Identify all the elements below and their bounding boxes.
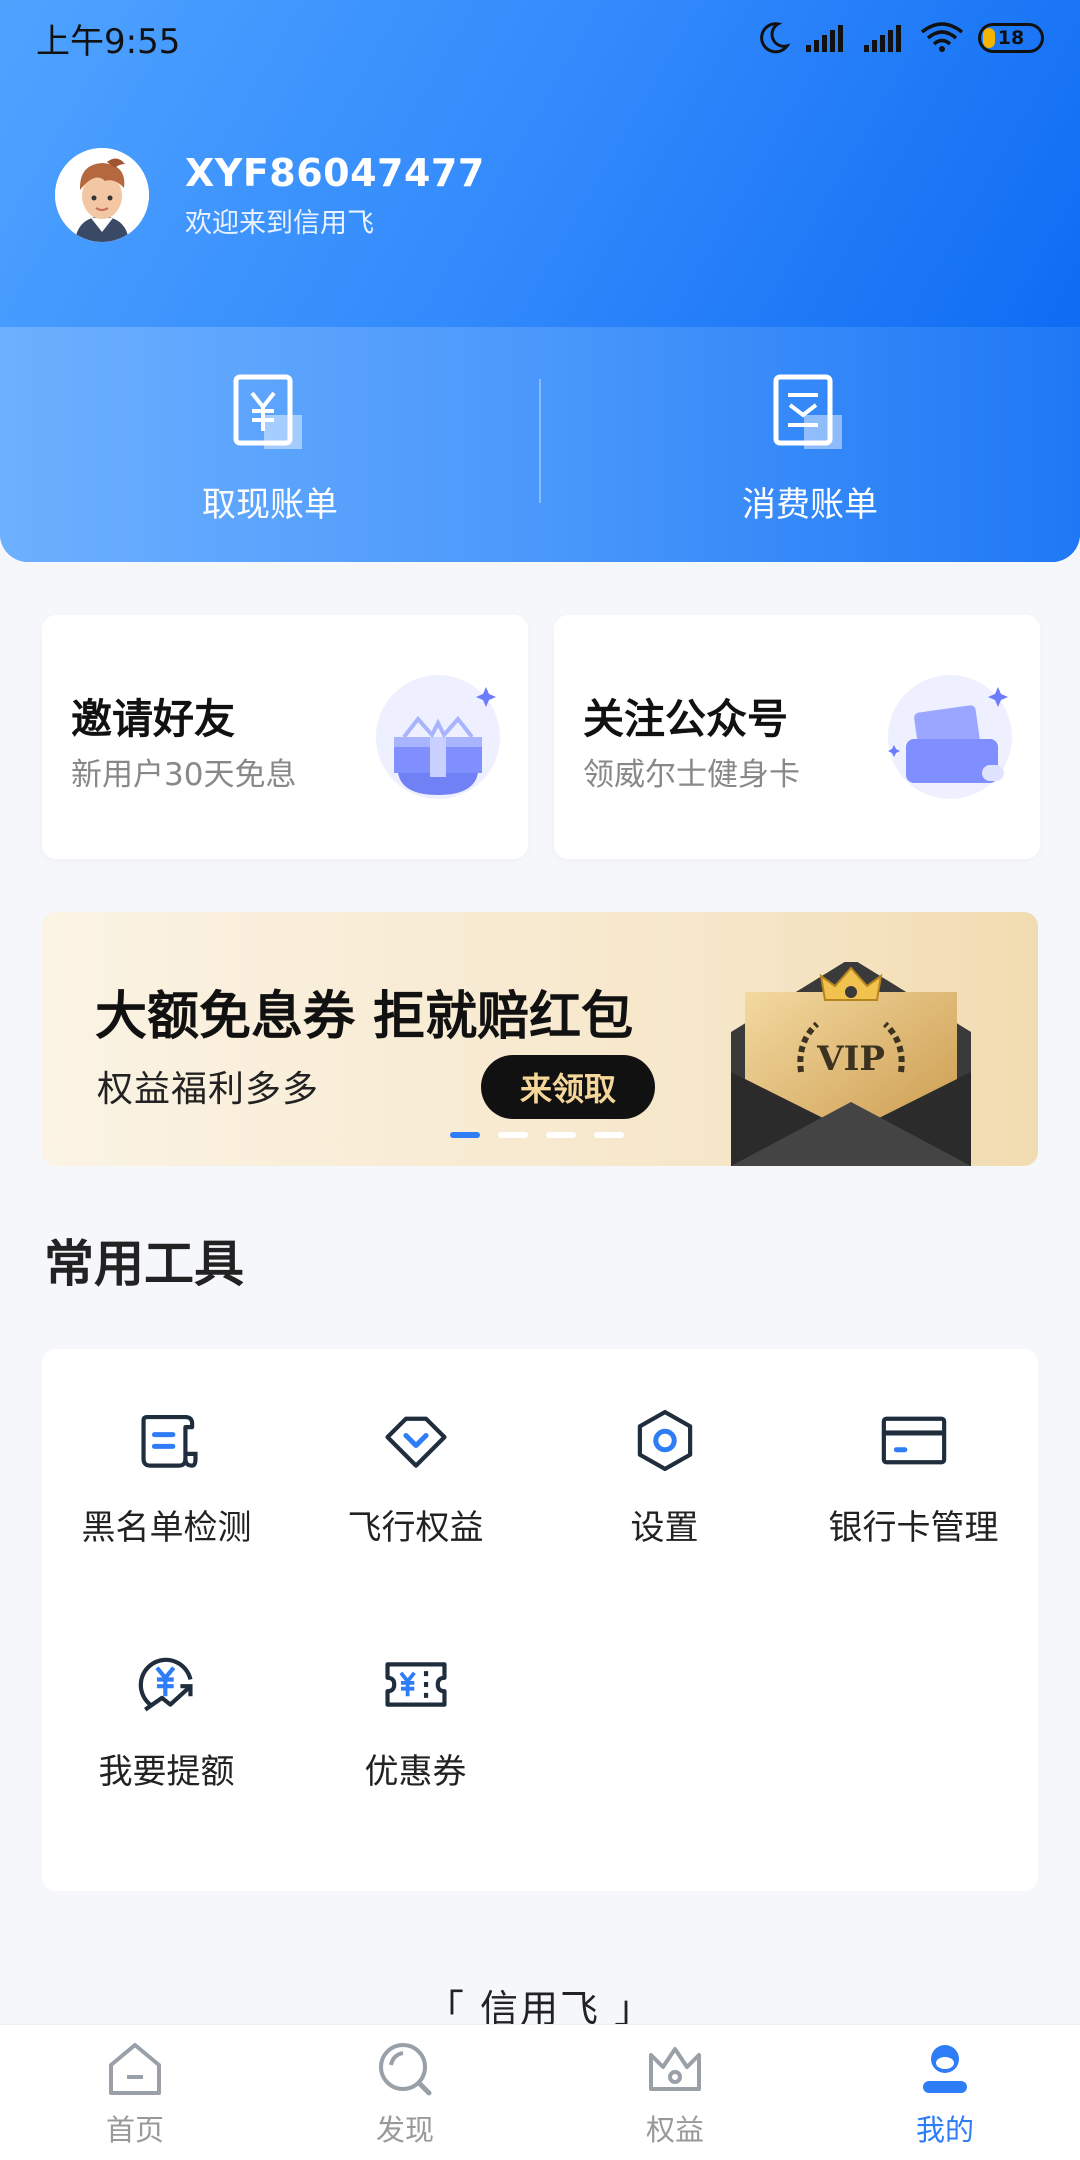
signal-icon — [864, 25, 901, 52]
signal-icon — [806, 25, 843, 52]
battery-icon: 18 — [978, 23, 1044, 53]
tool-settings[interactable]: 设置 — [540, 1349, 789, 1549]
nav-home[interactable]: 首页 — [0, 2025, 270, 2160]
discover-icon — [379, 2043, 432, 2096]
coupon-icon — [384, 1662, 447, 1707]
consume-bill-label: 消费账单 — [742, 485, 878, 525]
cash-bill-button[interactable]: 取现账单 — [0, 327, 540, 562]
nav-label: 发现 — [375, 2113, 434, 2147]
gift-box-icon — [376, 675, 500, 799]
bottom-nav: 首页 发现 权益 我的 — [0, 2024, 1080, 2160]
status-icons: 18 — [758, 21, 1044, 55]
tool-label: 飞行权益 — [347, 1508, 484, 1548]
follow-account-card[interactable]: 关注公众号 领威尔士健身卡 — [554, 615, 1040, 859]
carousel-dot[interactable] — [594, 1132, 624, 1138]
card-subtitle: 新用户30天免息 — [71, 757, 297, 793]
tool-label: 设置 — [630, 1508, 699, 1548]
card-wallet-icon — [888, 675, 1012, 799]
status-bar: 上午9:55 18 — [0, 0, 1080, 76]
tools-section-title: 常用工具 — [44, 1235, 244, 1293]
wifi-icon — [920, 22, 964, 52]
nav-label: 权益 — [645, 2113, 704, 2147]
tools-panel: 黑名单检测 飞行权益 设置 银行卡管理 我要提额 优惠券 — [42, 1349, 1038, 1891]
hex-gear-icon — [637, 1409, 692, 1472]
bank-card-icon — [881, 1416, 946, 1465]
tool-blacklist-check[interactable]: 黑名单检测 — [42, 1349, 291, 1549]
card-title: 邀请好友 — [71, 695, 235, 743]
tool-raise-limit[interactable]: 我要提额 — [42, 1593, 291, 1793]
cash-bill-icon — [233, 374, 302, 449]
carousel-dot[interactable] — [450, 1132, 480, 1138]
nav-benefits[interactable]: 权益 — [540, 2025, 810, 2160]
nav-mine[interactable]: 我的 — [810, 2025, 1080, 2160]
nav-label: 首页 — [105, 2113, 164, 2147]
tool-bank-card[interactable]: 银行卡管理 — [789, 1349, 1038, 1549]
home-icon — [109, 2043, 161, 2095]
avatar[interactable] — [55, 148, 149, 242]
crown-icon — [649, 2047, 701, 2091]
user-icon — [923, 2045, 967, 2093]
vip-envelope-icon: VIP — [731, 962, 971, 1166]
tool-label: 黑名单检测 — [81, 1508, 252, 1548]
banner-subtitle: 权益福利多多 — [97, 1069, 320, 1110]
diamond-icon — [384, 1416, 447, 1468]
nav-label: 我的 — [915, 2113, 974, 2147]
card-title: 关注公众号 — [583, 695, 788, 743]
bill-divider — [539, 379, 541, 503]
bills-row: 取现账单 消费账单 — [0, 327, 1080, 562]
promo-banner[interactable]: 大额免息券 拒就赔红包 权益福利多多 来领取 VIP — [42, 912, 1038, 1166]
avatar-image — [55, 148, 149, 242]
consume-bill-button[interactable]: 消费账单 — [540, 327, 1080, 562]
tool-flight-benefits[interactable]: 飞行权益 — [291, 1349, 540, 1549]
status-time: 上午9:55 — [36, 21, 181, 62]
tool-label: 我要提额 — [98, 1752, 235, 1792]
tool-label: 优惠券 — [364, 1752, 467, 1792]
profile[interactable]: XYF86047477 欢迎来到信用飞 — [55, 148, 485, 242]
yuan-arrow-icon — [138, 1657, 193, 1712]
header: 上午9:55 18 XYF86047477 欢迎来到信用飞 取现账单 消费账单 — [0, 0, 1080, 562]
claim-button[interactable]: 来领取 — [481, 1055, 655, 1119]
carousel-dot[interactable] — [498, 1132, 528, 1138]
moon-icon — [760, 22, 790, 54]
welcome-text: 欢迎来到信用飞 — [185, 207, 374, 239]
consume-bill-icon — [773, 374, 842, 449]
nav-discover[interactable]: 发现 — [270, 2025, 540, 2160]
tool-coupon[interactable]: 优惠券 — [291, 1593, 540, 1793]
battery-level: 18 — [997, 27, 1025, 49]
banner-title: 大额免息券 拒就赔红包 — [95, 987, 634, 1047]
invite-friends-card[interactable]: 邀请好友 新用户30天免息 — [42, 615, 528, 859]
carousel-indicator[interactable] — [450, 1132, 624, 1138]
scroll-doc-icon — [140, 1414, 198, 1468]
card-subtitle: 领威尔士健身卡 — [583, 757, 800, 793]
tool-label: 银行卡管理 — [828, 1508, 999, 1548]
svg-text:VIP: VIP — [816, 1039, 885, 1079]
cash-bill-label: 取现账单 — [202, 485, 338, 525]
username: XYF86047477 — [185, 150, 485, 195]
carousel-dot[interactable] — [546, 1132, 576, 1138]
